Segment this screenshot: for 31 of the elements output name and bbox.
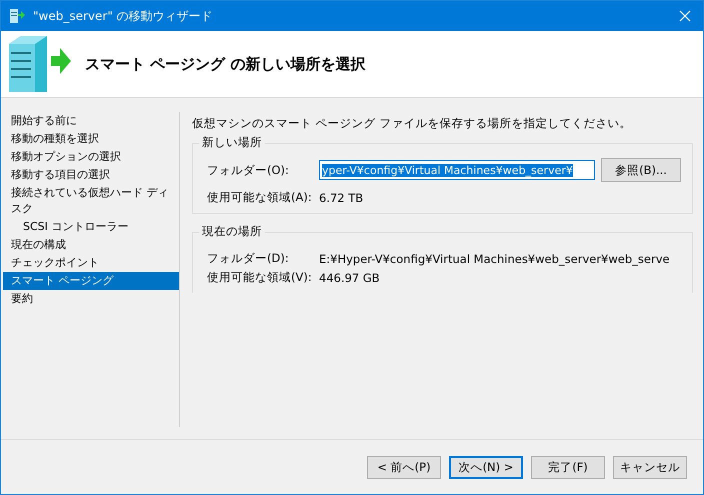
folder-label: フォルダー(D): xyxy=(207,251,290,266)
wizard-button[interactable]: 完了(F) xyxy=(531,456,605,478)
nav-item[interactable]: 接続されている仮想ハード ディスク xyxy=(3,184,179,218)
group-title: 新しい場所 xyxy=(199,135,265,150)
folder-path: E:¥Hyper-V¥config¥Virtual Machines¥web_server¥web_serve xyxy=(319,252,670,266)
nav-item[interactable]: 現在の構成 xyxy=(3,236,179,254)
nav-item[interactable]: スマート ページング xyxy=(3,272,179,290)
space-label: 使用可能な領域(V): xyxy=(207,270,313,285)
window-title: "web_server" の移動ウィザード xyxy=(33,8,213,24)
wizard-button[interactable]: キャンセル xyxy=(613,456,687,478)
nav-item[interactable]: 要約 xyxy=(3,290,179,308)
nav-item[interactable]: 開始する前に xyxy=(3,112,179,130)
wizard-button[interactable]: < 前へ(P) xyxy=(367,456,441,478)
server-arrow-icon xyxy=(7,34,71,94)
wizard-button[interactable]: 次へ(N) > xyxy=(449,456,523,478)
close-icon[interactable] xyxy=(679,10,691,22)
server-icon xyxy=(9,8,25,24)
page-heading: スマート ページング の新しい場所を選択 xyxy=(85,54,366,74)
space-label: 使用可能な領域(A): xyxy=(207,190,313,205)
nav-item[interactable]: 移動オプションの選択 xyxy=(3,148,179,166)
nav-item[interactable]: 移動の種類を選択 xyxy=(3,130,179,148)
folder-label: フォルダー(O): xyxy=(207,162,290,178)
space-value: 446.97 GB xyxy=(319,270,380,284)
nav-item[interactable]: 移動する項目の選択 xyxy=(3,166,179,184)
nav-item[interactable]: SCSI コントローラー xyxy=(3,218,179,236)
group-title: 現在の場所 xyxy=(199,224,265,239)
instruction-text: 仮想マシンのスマート ページング ファイルを保存する場所を指定してください。 xyxy=(192,116,632,131)
folder-input-field[interactable]: yper-V¥config¥Virtual Machines¥web_server¥ xyxy=(319,160,595,180)
space-value: 6.72 TB xyxy=(319,190,364,204)
nav-item[interactable]: チェックポイント xyxy=(3,254,179,272)
browse-button[interactable]: 参照(B)... xyxy=(601,158,681,182)
